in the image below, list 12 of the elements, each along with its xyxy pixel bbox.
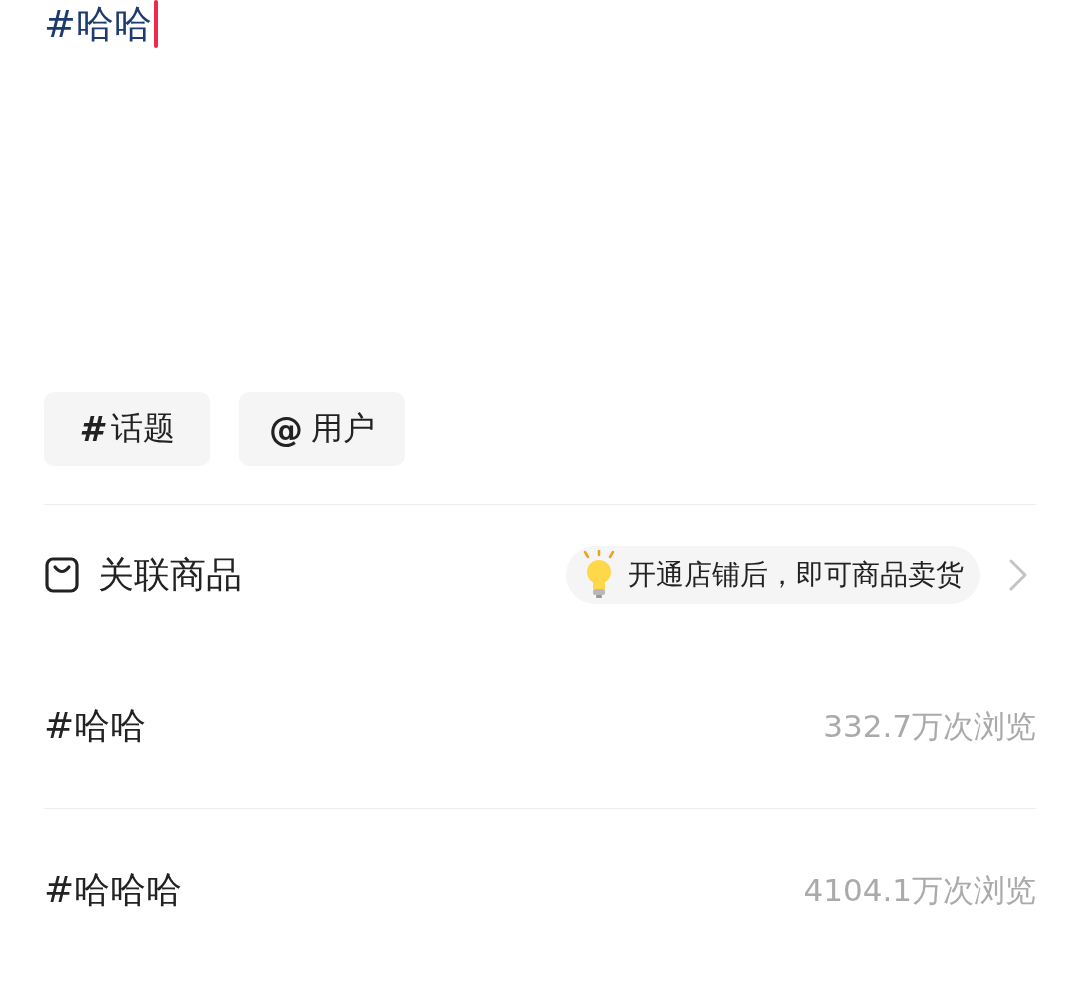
shop-hint-badge[interactable]: 开通店铺后，即可商品卖货: [566, 546, 980, 604]
view-count: 332.7万次浏览: [823, 706, 1036, 746]
insert-button[interactable]: # 话题: [44, 392, 210, 466]
topic-name[interactable]: #哈哈哈: [44, 866, 183, 915]
chevron-right-icon[interactable]: [1008, 558, 1028, 592]
bag-icon: [44, 556, 80, 594]
insert-button[interactable]: @ 用户: [239, 392, 405, 466]
post-text-field[interactable]: #哈哈: [44, 0, 158, 48]
product-link-label: 关联商品: [98, 552, 243, 597]
view-count: 4104.1万次浏览: [803, 870, 1036, 910]
text-cursor: [153, 0, 158, 48]
topic-name[interactable]: #哈哈: [44, 702, 147, 751]
